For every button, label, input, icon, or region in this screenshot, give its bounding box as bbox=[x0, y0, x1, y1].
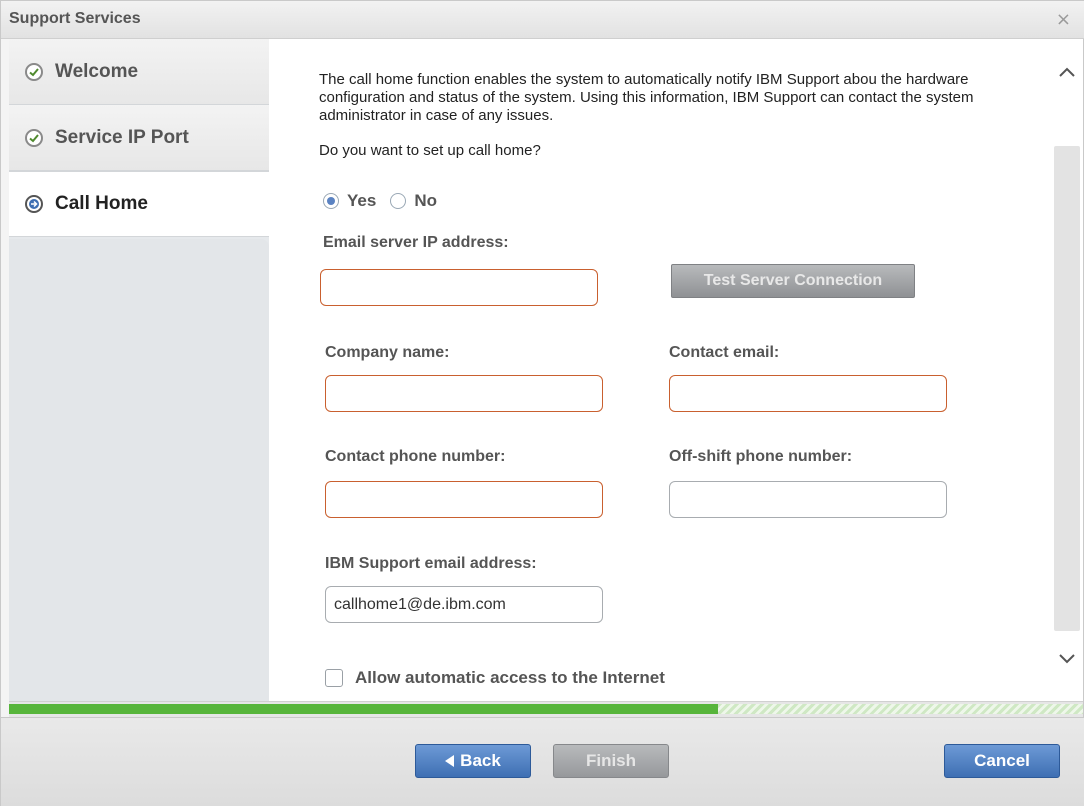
email-server-label: Email server IP address: bbox=[323, 234, 509, 251]
company-name-label: Company name: bbox=[325, 344, 450, 361]
cancel-button[interactable]: Cancel bbox=[944, 744, 1060, 778]
check-circle-icon bbox=[25, 128, 43, 147]
dialog-title: Support Services bbox=[9, 10, 141, 27]
arrow-circle-icon bbox=[25, 195, 43, 213]
offshift-phone-input[interactable] bbox=[669, 481, 947, 518]
contact-phone-label: Contact phone number: bbox=[325, 448, 506, 465]
sidebar-item-label: Service IP Port bbox=[55, 126, 189, 148]
company-name-input[interactable] bbox=[325, 375, 603, 412]
main-content: The call home function enables the syste… bbox=[269, 39, 1051, 701]
back-button[interactable]: Back bbox=[415, 744, 531, 778]
intro-text: The call home function enables the syste… bbox=[319, 71, 974, 124]
support-services-dialog: Support Services × Welcome Service IP Po… bbox=[0, 0, 1084, 806]
content-scrollbar[interactable] bbox=[1051, 39, 1083, 701]
progress-fill bbox=[9, 704, 718, 714]
sidebar-item-service-ip-port[interactable]: Service IP Port bbox=[9, 105, 269, 171]
internet-access-label[interactable]: Allow automatic access to the Internet bbox=[355, 668, 665, 688]
email-server-ip-input[interactable] bbox=[320, 269, 598, 306]
wizard-sidebar: Welcome Service IP Port Call Home bbox=[9, 39, 269, 701]
sidebar-item-label: Call Home bbox=[55, 193, 148, 214]
ibm-support-email-input[interactable] bbox=[325, 586, 603, 623]
call-home-radio-group: Yes No bbox=[323, 191, 451, 211]
sidebar-background bbox=[9, 239, 269, 701]
ibm-support-email-label: IBM Support email address: bbox=[325, 555, 537, 572]
sidebar-item-welcome[interactable]: Welcome bbox=[9, 39, 269, 105]
sidebar-item-call-home[interactable]: Call Home bbox=[9, 171, 269, 237]
scroll-thumb[interactable] bbox=[1054, 146, 1080, 631]
test-server-connection-button[interactable]: Test Server Connection bbox=[671, 264, 915, 298]
check-circle-icon bbox=[25, 62, 43, 81]
contact-email-input[interactable] bbox=[669, 375, 947, 412]
dialog-footer: Back Finish Cancel bbox=[1, 717, 1084, 806]
wizard-progress-bar bbox=[9, 701, 1083, 717]
call-home-question: Do you want to set up call home? bbox=[319, 142, 541, 159]
scroll-up-icon[interactable] bbox=[1051, 57, 1083, 87]
dialog-titlebar: Support Services × bbox=[1, 1, 1084, 39]
progress-remaining bbox=[718, 704, 1083, 714]
internet-access-option: Allow automatic access to the Internet bbox=[325, 668, 665, 688]
back-arrow-icon bbox=[445, 755, 455, 767]
finish-button[interactable]: Finish bbox=[553, 744, 669, 778]
sidebar-item-label: Welcome bbox=[55, 60, 139, 82]
contact-phone-input[interactable] bbox=[325, 481, 603, 518]
contact-email-label: Contact email: bbox=[669, 344, 780, 361]
no-radio[interactable] bbox=[390, 193, 407, 209]
yes-radio[interactable] bbox=[323, 193, 339, 209]
yes-radio-label[interactable]: Yes bbox=[347, 191, 376, 211]
close-icon[interactable]: × bbox=[1056, 9, 1071, 30]
offshift-phone-label: Off-shift phone number: bbox=[669, 448, 853, 465]
scroll-down-icon[interactable] bbox=[1051, 644, 1083, 674]
internet-access-checkbox[interactable] bbox=[325, 669, 343, 687]
no-radio-label[interactable]: No bbox=[414, 191, 437, 211]
back-button-label: Back bbox=[460, 751, 501, 770]
